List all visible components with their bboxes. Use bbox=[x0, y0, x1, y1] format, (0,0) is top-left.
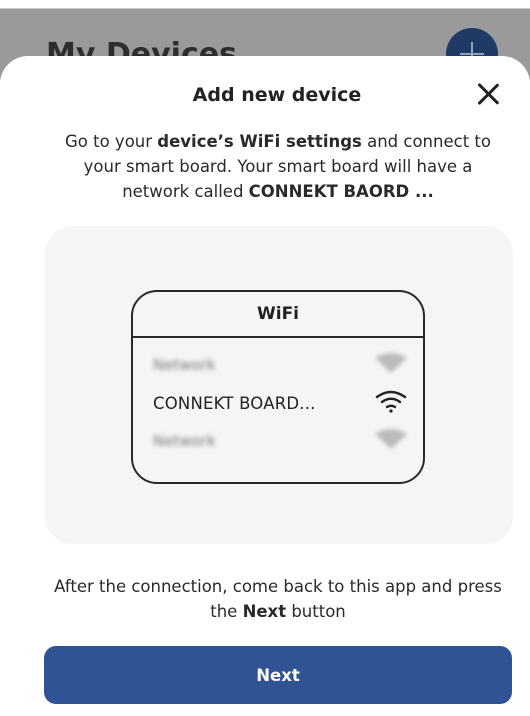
network-label: Network bbox=[153, 432, 216, 450]
next-button[interactable]: Next bbox=[44, 646, 512, 704]
next-button-label: Next bbox=[256, 666, 300, 685]
network-label: CONNEKT BOARD... bbox=[153, 393, 316, 413]
after-part2: button bbox=[286, 602, 346, 621]
instructions-part1: Go to your bbox=[65, 132, 158, 151]
instructions-text: Go to your device’s WiFi settings and co… bbox=[50, 129, 506, 204]
instructions-bold2: CONNEKT BAORD ... bbox=[248, 182, 434, 201]
wifi-icon bbox=[374, 388, 408, 418]
network-row-blurred: Network bbox=[153, 427, 408, 455]
wifi-settings-illustration: WiFi Network CONNEKT BOARD... Network bbox=[131, 290, 425, 484]
network-label: Network bbox=[153, 356, 216, 374]
network-row-blurred: Network bbox=[153, 351, 408, 379]
wifi-card-header: WiFi bbox=[133, 292, 423, 338]
close-icon[interactable] bbox=[474, 80, 502, 108]
after-connection-text: After the connection, come back to this … bbox=[40, 574, 516, 624]
after-bold: Next bbox=[242, 602, 287, 621]
wifi-icon bbox=[374, 428, 408, 454]
sheet-title: Add new device bbox=[192, 84, 362, 106]
instructions-bold1: device’s WiFi settings bbox=[157, 132, 362, 151]
network-row-connekt-board: CONNEKT BOARD... bbox=[153, 389, 408, 417]
wifi-icon bbox=[374, 352, 408, 378]
